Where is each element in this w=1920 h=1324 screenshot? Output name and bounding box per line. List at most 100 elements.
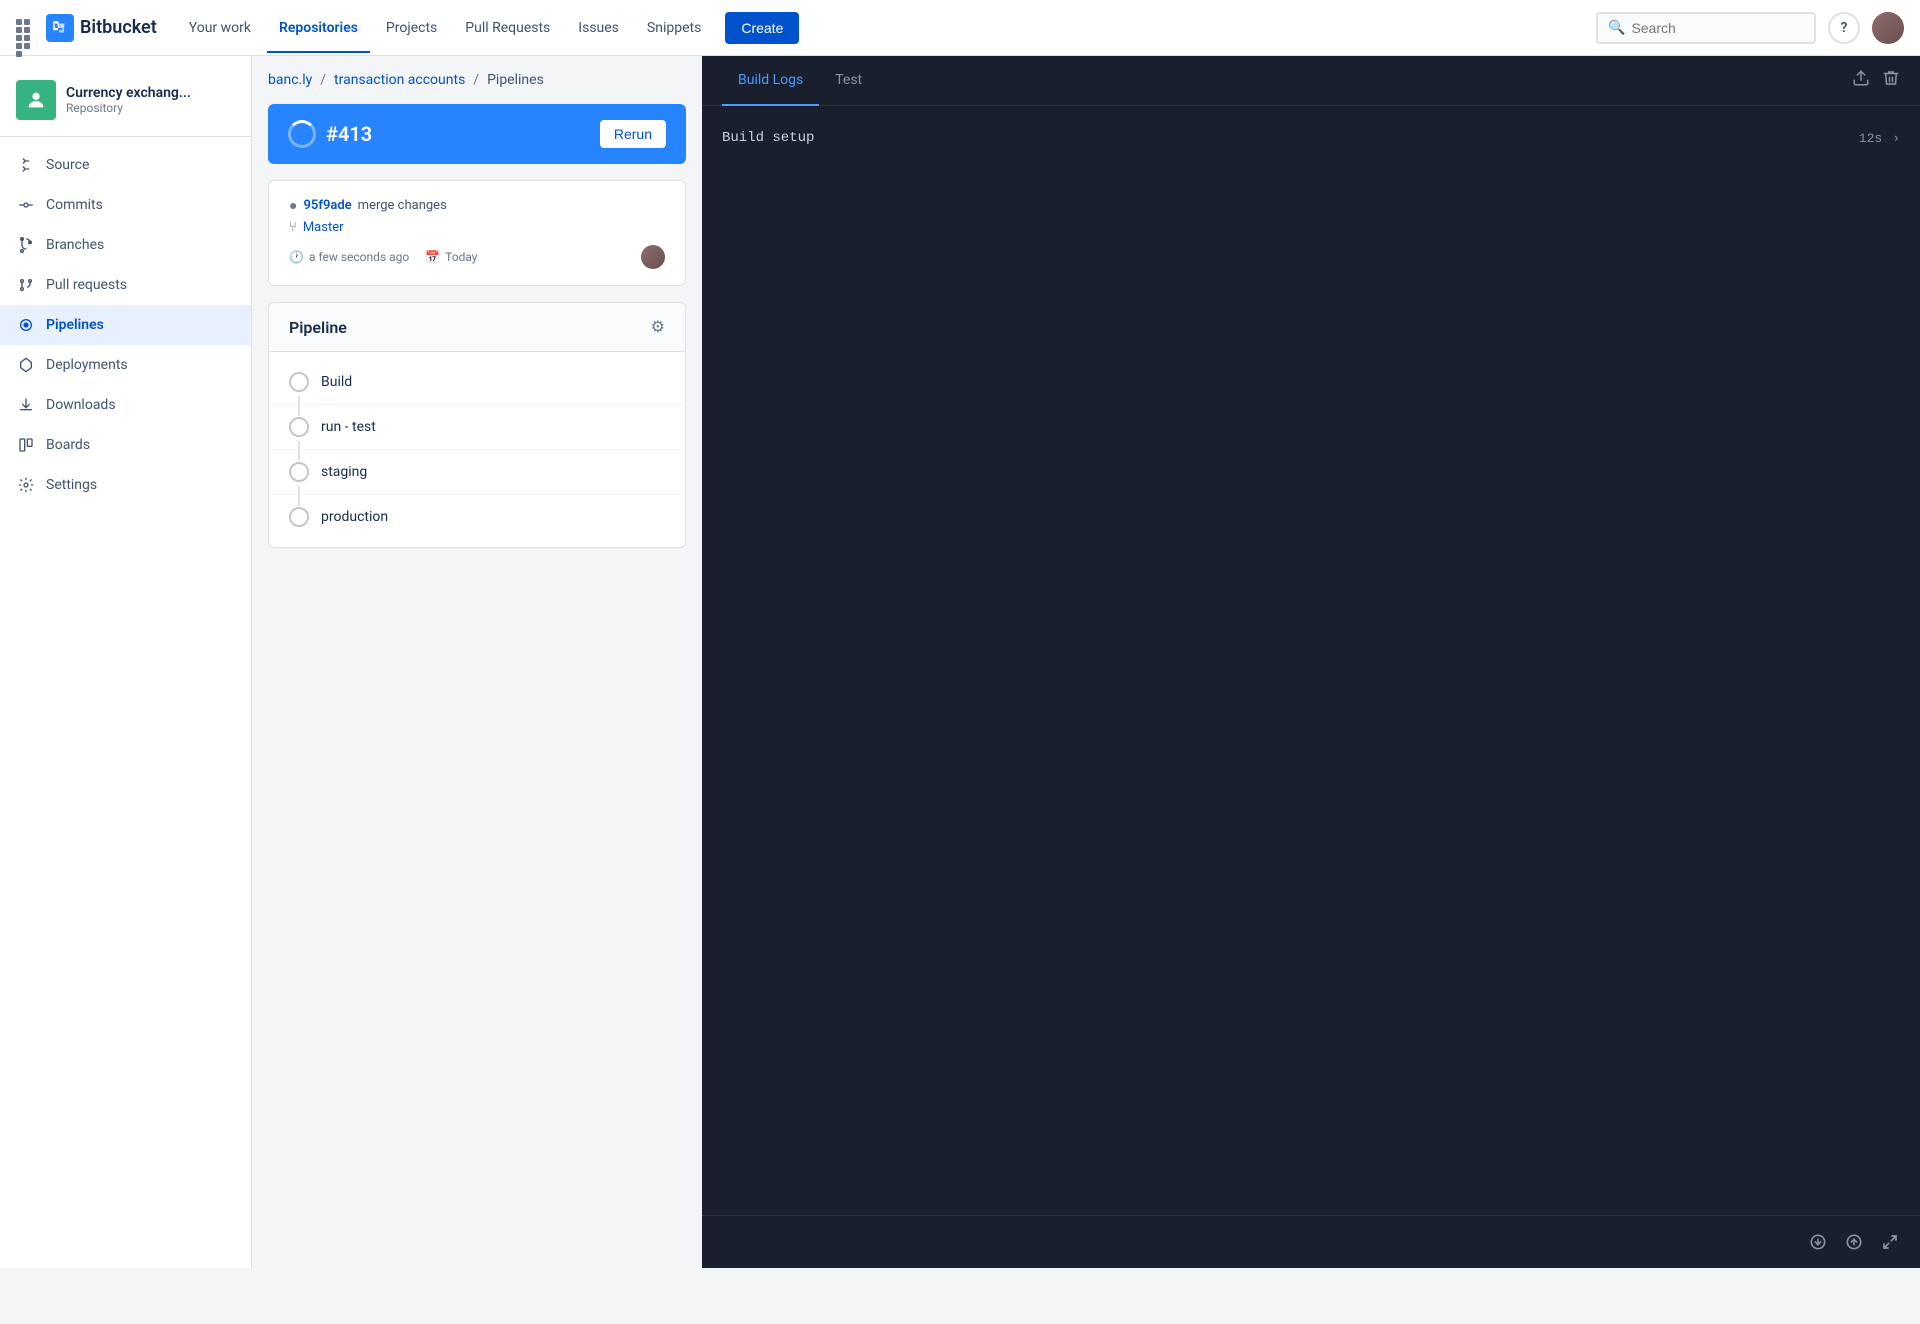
pipeline-step-build[interactable]: Build [269, 360, 685, 405]
grid-icon[interactable] [16, 19, 34, 37]
breadcrumb: banc.ly / transaction accounts / Pipelin… [268, 72, 686, 88]
tab-build-logs[interactable]: Build Logs [722, 56, 819, 106]
pipeline-step-production[interactable]: production [269, 495, 685, 539]
tab-test[interactable]: Test [819, 56, 878, 106]
branches-icon [16, 235, 36, 255]
build-date-value: Today [445, 250, 477, 264]
breadcrumb-current: Pipelines [487, 72, 544, 88]
step-name-staging: staging [321, 464, 367, 480]
build-header: #413 Rerun [268, 104, 686, 164]
sidebar-item-downloads[interactable]: Downloads [0, 385, 251, 425]
nav-pull-requests[interactable]: Pull Requests [453, 12, 562, 44]
commits-icon [16, 195, 36, 215]
pipeline-section-header: Pipeline ⚙ [269, 303, 685, 352]
log-scroll-top-button[interactable] [1840, 1228, 1868, 1256]
pipeline-step-run-test[interactable]: run - test [269, 405, 685, 450]
log-expand-button[interactable] [1876, 1228, 1904, 1256]
log-scroll-bottom-button[interactable] [1804, 1228, 1832, 1256]
log-row-right: 12s › [1859, 131, 1900, 146]
sidebar-item-source-label: Source [46, 157, 89, 173]
log-row-time: 12s [1859, 131, 1882, 146]
nav-snippets[interactable]: Snippets [635, 12, 713, 44]
sidebar-item-pull-requests-label: Pull requests [46, 277, 127, 293]
log-tabs-left: Build Logs Test [722, 56, 878, 105]
build-number: #413 [326, 122, 372, 146]
topnav-left: Bitbucket [16, 14, 157, 42]
pipeline-step-staging[interactable]: staging [269, 450, 685, 495]
sidebar-item-commits[interactable]: Commits [0, 185, 251, 225]
branch-name[interactable]: Master [303, 220, 344, 235]
calendar-icon: 📅 [425, 250, 440, 264]
sidebar-item-branches[interactable]: Branches [0, 225, 251, 265]
sidebar-item-branches-label: Branches [46, 237, 104, 253]
create-button[interactable]: Create [725, 12, 799, 44]
step-indicator-run-test [289, 417, 309, 437]
sidebar-item-deployments[interactable]: Deployments [0, 345, 251, 385]
nav-projects[interactable]: Projects [374, 12, 449, 44]
log-upload-button[interactable] [1852, 69, 1870, 92]
deployments-icon [16, 355, 36, 375]
logo-text: Bitbucket [80, 17, 157, 38]
repo-info: Currency exchang... Repository [66, 85, 191, 115]
boards-icon [16, 435, 36, 455]
build-spinner [288, 120, 316, 148]
build-time: 🕐 a few seconds ago [289, 250, 409, 264]
repo-type: Repository [66, 101, 191, 115]
pipeline-section: Pipeline ⚙ Build run - test [268, 302, 686, 548]
search-icon: 🔍 [1608, 20, 1625, 36]
search-box[interactable]: 🔍 [1596, 12, 1816, 44]
commit-dot-icon: ● [289, 197, 297, 214]
sidebar: Currency exchang... Repository Source Co… [0, 56, 252, 1268]
clock-icon: 🕐 [289, 250, 304, 264]
log-tabs-right [1852, 69, 1900, 92]
commit-hash[interactable]: 95f9ade [303, 198, 351, 213]
source-icon [16, 155, 36, 175]
sidebar-item-settings[interactable]: Settings [0, 465, 251, 505]
topnav: Bitbucket Your work Repositories Project… [0, 0, 1920, 56]
build-time-value: a few seconds ago [309, 250, 409, 264]
step-indicator-build [289, 372, 309, 392]
pipeline-settings-button[interactable]: ⚙ [651, 317, 665, 337]
breadcrumb-sep-2: / [473, 72, 479, 88]
logo[interactable]: Bitbucket [46, 14, 157, 42]
user-avatar[interactable] [1872, 12, 1904, 44]
sidebar-item-settings-label: Settings [46, 477, 97, 493]
settings-icon [16, 475, 36, 495]
avatar-image [1872, 12, 1904, 44]
pipeline-section-title: Pipeline [289, 318, 347, 337]
log-row-left: Build setup [722, 130, 814, 146]
sidebar-item-source[interactable]: Source [0, 145, 251, 185]
pipeline-panel: banc.ly / transaction accounts / Pipelin… [252, 56, 702, 1268]
log-content: Build setup 12s › [702, 106, 1920, 1215]
help-button[interactable]: ? [1828, 12, 1860, 44]
log-row-build-setup[interactable]: Build setup 12s › [722, 126, 1900, 150]
search-input[interactable] [1631, 20, 1804, 36]
nav-issues[interactable]: Issues [566, 12, 631, 44]
log-panel: Build Logs Test [702, 56, 1920, 1268]
build-author-avatar [641, 245, 665, 269]
sidebar-item-boards[interactable]: Boards [0, 425, 251, 465]
repo-header: Currency exchang... Repository [0, 72, 251, 137]
pipeline-steps: Build run - test staging [269, 352, 685, 547]
sidebar-nav: Source Commits Branches Pull requests [0, 145, 251, 505]
breadcrumb-sep-1: / [320, 72, 326, 88]
sidebar-item-pull-requests[interactable]: Pull requests [0, 265, 251, 305]
nav-your-work[interactable]: Your work [177, 12, 263, 44]
log-row-title: Build setup [722, 130, 814, 146]
chevron-right-icon: › [1892, 131, 1900, 146]
log-delete-button[interactable] [1882, 69, 1900, 92]
log-tabs: Build Logs Test [702, 56, 1920, 106]
sidebar-item-pipelines[interactable]: Pipelines [0, 305, 251, 345]
breadcrumb-transaction-accounts[interactable]: transaction accounts [334, 72, 465, 88]
step-indicator-production [289, 507, 309, 527]
breadcrumb-bancly[interactable]: banc.ly [268, 72, 312, 88]
branch-icon: ⑂ [289, 220, 297, 235]
bitbucket-logo-icon [46, 14, 74, 42]
sidebar-item-pipelines-label: Pipelines [46, 317, 104, 333]
build-info-card: ● 95f9ade merge changes ⑂ Master 🕐 a few… [268, 180, 686, 286]
rerun-button[interactable]: Rerun [600, 120, 666, 148]
nav-repositories[interactable]: Repositories [267, 12, 370, 44]
step-name-production: production [321, 509, 388, 525]
commit-line: ● 95f9ade merge changes [289, 197, 665, 214]
step-indicator-staging [289, 462, 309, 482]
